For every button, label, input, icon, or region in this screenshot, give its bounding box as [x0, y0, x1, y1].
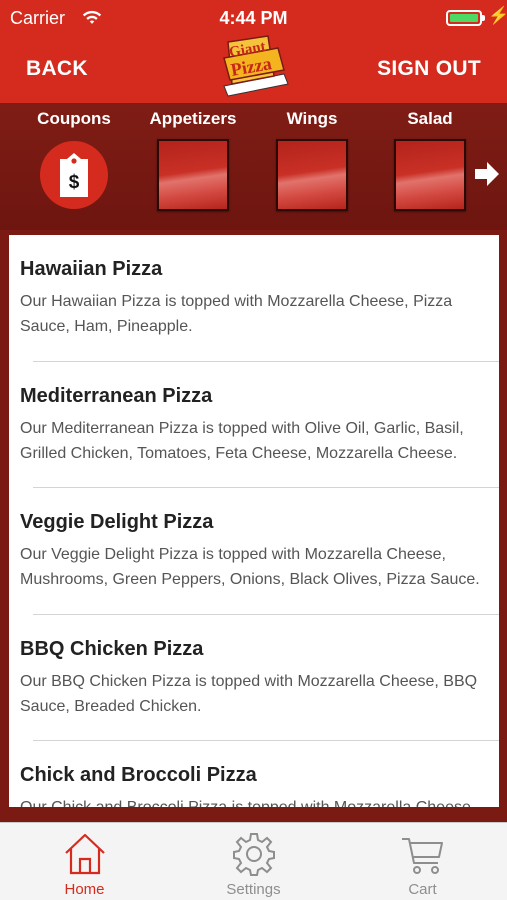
category-salad[interactable]: Salad: [382, 103, 478, 230]
price-tag-icon: $: [60, 153, 88, 197]
tab-bar: Home Settings Cart: [0, 822, 507, 900]
tab-settings[interactable]: Settings: [169, 823, 338, 900]
category-coupons[interactable]: Coupons $: [26, 103, 122, 230]
gear-icon: [233, 833, 275, 876]
category-bar: Coupons $ Appetizers Wings Salad: [0, 103, 507, 230]
sign-out-button[interactable]: SIGN OUT: [377, 57, 481, 81]
category-label: Wings: [286, 109, 338, 128]
svg-text:$: $: [69, 172, 80, 193]
category-wings[interactable]: Wings: [264, 103, 360, 230]
menu-item-title: Chick and Broccoli Pizza: [20, 764, 257, 786]
menu-item-description: Our Mediterranean Pizza is topped with O…: [20, 419, 464, 462]
menu-item[interactable]: BBQ Chicken Pizza Our BBQ Chicken Pizza …: [9, 615, 499, 742]
menu-item-description: Our BBQ Chicken Pizza is topped with Moz…: [20, 672, 478, 715]
menu-item[interactable]: Hawaiian Pizza Our Hawaiian Pizza is top…: [9, 235, 499, 362]
battery-fill: [450, 14, 478, 22]
coupon-circle: $: [40, 141, 108, 209]
tab-label: Cart: [408, 881, 437, 898]
home-icon: [65, 833, 105, 875]
tab-cart[interactable]: Cart: [338, 823, 507, 900]
menu-item[interactable]: Veggie Delight Pizza Our Veggie Delight …: [9, 488, 499, 615]
menu-item[interactable]: Chick and Broccoli Pizza Our Chick and B…: [9, 741, 499, 807]
category-label: Salad: [407, 109, 453, 128]
menu-list: Hawaiian Pizza Our Hawaiian Pizza is top…: [9, 235, 499, 807]
charging-icon: ⚡: [488, 6, 507, 25]
back-button[interactable]: BACK: [26, 57, 88, 81]
menu-item-title: BBQ Chicken Pizza: [20, 637, 204, 660]
menu-item[interactable]: Mediterranean Pizza Our Mediterranean Pi…: [9, 362, 499, 489]
tab-label: Home: [64, 881, 105, 898]
tab-label: Settings: [226, 881, 281, 898]
header: Carrier 4:44 PM ⚡ BACK Giant Pizza SIGN …: [0, 0, 507, 103]
menu-item-description: Our Veggie Delight Pizza is topped with …: [20, 546, 480, 588]
category-label: Coupons: [37, 109, 111, 128]
menu-item-title: Veggie Delight Pizza: [20, 511, 214, 533]
arrow-right-icon[interactable]: [473, 158, 501, 190]
giant-pizza-logo: Giant Pizza: [223, 35, 289, 97]
menu-item-description: Our Hawaiian Pizza is topped with Mozzar…: [20, 293, 453, 335]
category-tile: [394, 139, 466, 211]
category-tile: [157, 139, 229, 211]
category-tile: [276, 139, 348, 211]
status-bar: Carrier 4:44 PM ⚡: [0, 0, 507, 36]
tab-home[interactable]: Home: [0, 823, 169, 900]
cart-icon: [402, 838, 443, 874]
clock: 4:44 PM: [219, 8, 288, 28]
menu-item-description: Our Chick and Broccoli Pizza is topped w…: [20, 795, 485, 807]
menu-item-title: Hawaiian Pizza: [20, 258, 163, 280]
category-label: Appetizers: [149, 109, 237, 128]
battery-icon: [446, 10, 485, 26]
menu-item-title: Mediterranean Pizza: [20, 384, 213, 407]
category-appetizers[interactable]: Appetizers: [145, 103, 241, 230]
